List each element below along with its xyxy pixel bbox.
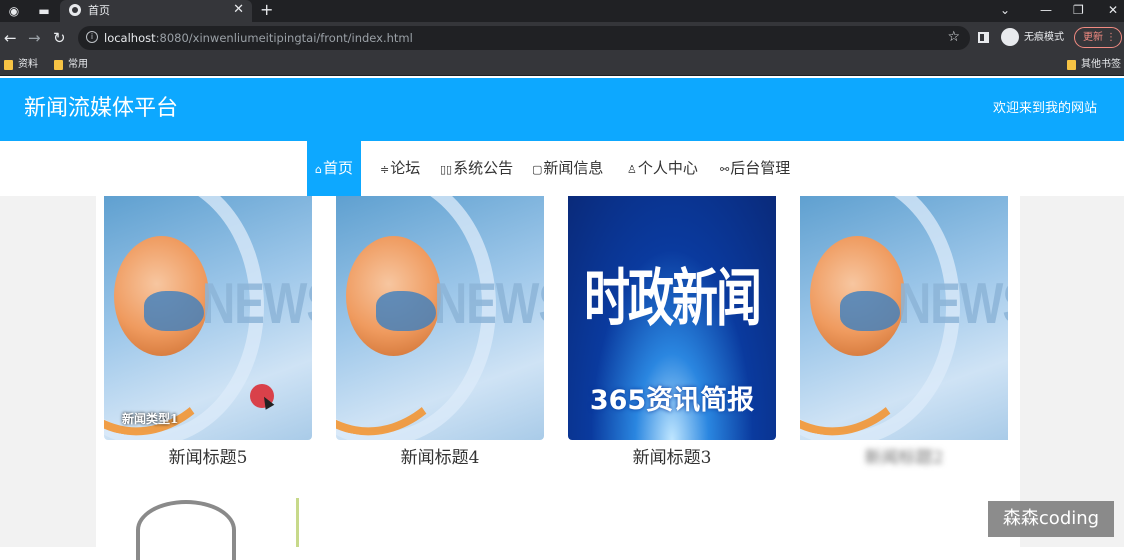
window-close-icon[interactable]: ✕ (1108, 2, 1118, 18)
browser-tab-bar: ◉ ▬ 首页 ✕ + ⌄ — ❐ ✕ (0, 0, 1124, 22)
nav-item-news-info[interactable]: ▢新闻信息 (532, 141, 603, 196)
nav-item-forum[interactable]: ≑论坛 (380, 141, 420, 196)
address-bar[interactable]: i localhost:8080/xinwenliumeitipingtai/f… (78, 26, 970, 50)
news-card-image[interactable]: 时政新闻 365资讯简报 (568, 196, 776, 440)
bookmark-folder-changyong[interactable]: 常用 (50, 57, 88, 73)
news-card[interactable]: NEWS 新闻标题4 (336, 196, 544, 468)
nav-item-user-center[interactable]: ♙个人中心 (627, 141, 698, 196)
news-card-title[interactable]: 新闻标题4 (336, 446, 544, 470)
site-header: 新闻流媒体平台 欢迎来到我的网站 (0, 78, 1124, 141)
browser-tab-home[interactable]: 首页 ✕ (60, 0, 252, 22)
watermark: 森森coding (988, 501, 1114, 537)
link-icon: ⚯ (720, 163, 730, 176)
tab-window-icon[interactable]: ▬ (36, 3, 52, 19)
incognito-icon[interactable] (1001, 28, 1019, 46)
home-icon: ⌂ (315, 163, 322, 176)
url-text[interactable]: localhost:8080/xinwenliumeitipingtai/fro… (104, 30, 413, 46)
back-arrow-icon[interactable]: ← (4, 29, 17, 47)
user-icon: ♙ (627, 163, 637, 176)
globe-icon[interactable]: ◉ (6, 3, 22, 19)
site-info-icon[interactable]: i (86, 31, 98, 43)
news-card-image[interactable]: NEWS (336, 196, 544, 440)
news-image-word: NEWS (434, 270, 544, 336)
incognito-label: 无痕模式 (1024, 32, 1064, 43)
browser-toolbar: ← → ↻ i localhost:8080/xinwenliumeitipin… (0, 22, 1124, 54)
update-button[interactable]: 更新 ⋮ (1074, 27, 1122, 48)
news-card-image[interactable]: NEWS (800, 196, 1008, 440)
other-bookmarks-folder[interactable]: 其他书签 (1063, 57, 1121, 73)
announcement-icon: ▯▯ (440, 163, 453, 176)
nav-item-label: 系统公告 (453, 159, 514, 177)
news-card-title[interactable]: 新闻标题5 (104, 446, 312, 470)
news-image-word: NEWS (898, 270, 1008, 336)
news-brief-text: 365资讯简报 (589, 385, 755, 416)
tab-favicon-icon (69, 4, 81, 16)
new-tab-button[interactable]: + (260, 1, 273, 19)
nav-item-admin[interactable]: ⚯后台管理 (720, 141, 790, 196)
side-panel-icon[interactable] (978, 32, 989, 43)
forward-arrow-icon[interactable]: → (28, 29, 41, 47)
tab-search-icon[interactable]: ⌄ (1000, 2, 1010, 18)
politics-news-text: 时政新闻 (584, 261, 762, 335)
nav-item-home[interactable]: ⌂首页 (307, 141, 361, 196)
bookmark-folder-ziliao[interactable]: 资料 (0, 57, 38, 73)
news-card[interactable]: 时政新闻 365资讯简报 新闻标题3 (568, 196, 776, 468)
news-card-image[interactable]: NEWS 新闻类型1 (104, 196, 312, 440)
nav-item-announcements[interactable]: ▯▯系统公告 (440, 141, 513, 196)
news-type-label: 新闻类型1 (122, 412, 179, 426)
menu-dots-icon[interactable]: ⋮ (1106, 28, 1116, 47)
news-card-image-partial[interactable] (296, 498, 299, 547)
news-card-image-partial[interactable] (136, 500, 236, 560)
main-nav: ⌂首页 ≑论坛 ▯▯系统公告 ▢新闻信息 ♙个人中心 ⚯后台管理 (0, 141, 1124, 196)
nav-item-label: 后台管理 (730, 159, 791, 177)
nav-item-label: 论坛 (390, 159, 421, 177)
tab-title: 首页 (88, 4, 110, 17)
tab-close-icon[interactable]: ✕ (233, 2, 244, 18)
nav-item-label: 个人中心 (637, 159, 698, 177)
restore-icon[interactable]: ❐ (1073, 2, 1084, 18)
news-card[interactable]: NEWS 新闻类型1 新闻标题5 (104, 196, 312, 468)
site-title[interactable]: 新闻流媒体平台 (24, 94, 178, 124)
minimize-icon[interactable]: — (1040, 2, 1052, 18)
news-card-title[interactable]: 新闻标题3 (568, 446, 776, 470)
nav-item-label: 新闻信息 (543, 159, 604, 177)
news-image-word: NEWS (202, 270, 312, 336)
news-card[interactable]: NEWS 新闻标题2 (800, 196, 1008, 468)
bookmark-star-icon[interactable]: ☆ (947, 29, 960, 45)
news-card-title[interactable]: 新闻标题2 (800, 446, 1008, 470)
welcome-text: 欢迎来到我的网站 (992, 101, 1097, 116)
nav-item-label: 首页 (322, 159, 353, 177)
bookmarks-bar: 资料 常用 其他书签 (0, 54, 1124, 76)
reload-icon[interactable]: ↻ (53, 29, 66, 47)
forum-icon: ≑ (380, 163, 390, 176)
news-icon: ▢ (532, 163, 543, 176)
